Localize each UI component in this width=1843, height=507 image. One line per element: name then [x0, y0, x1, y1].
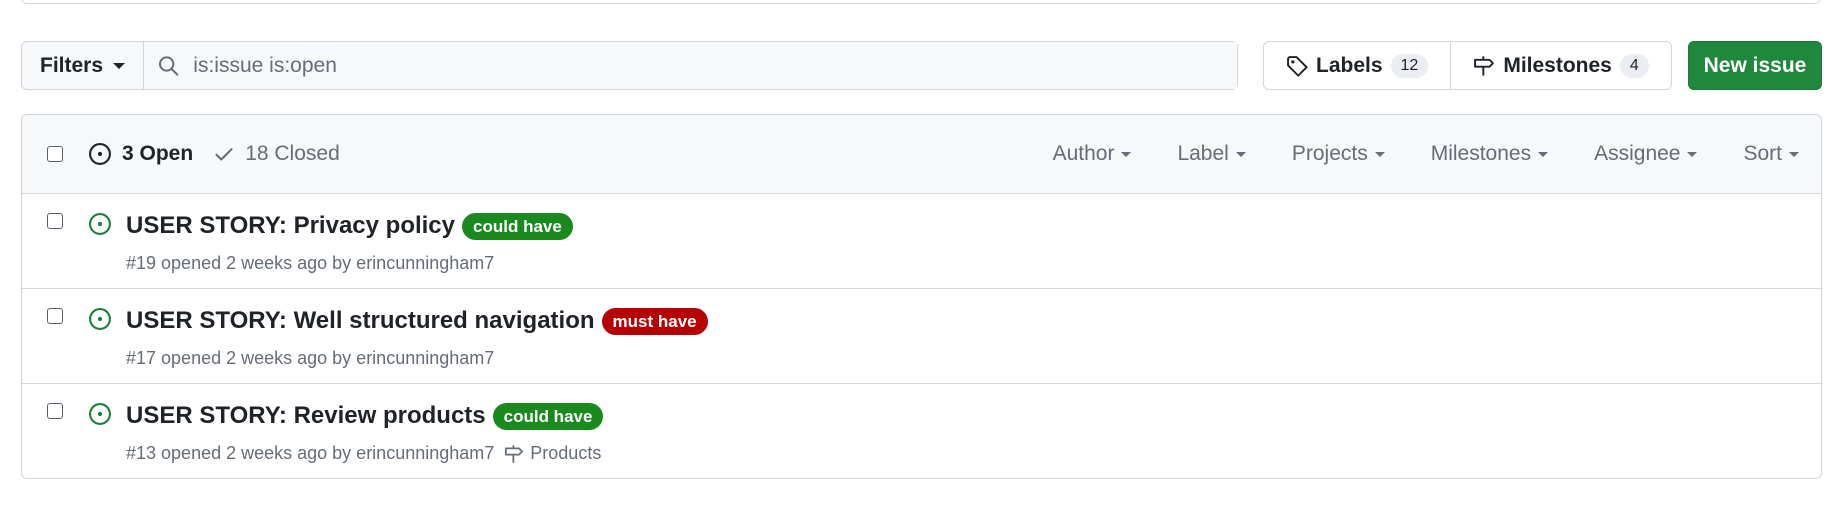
- issue-meta: #13 opened 2 weeks ago by erincunningham…: [126, 443, 601, 464]
- projects-filter[interactable]: Projects: [1292, 142, 1385, 166]
- issue-opened-icon: [89, 143, 111, 165]
- filters-label: Filters: [40, 53, 104, 77]
- labels-milestones-group: Labels 12 Milestones 4: [1263, 41, 1672, 90]
- closed-count-label: 18 Closed: [245, 142, 340, 165]
- issues-subnav: Filters Labels 12 Mileston: [21, 41, 1822, 90]
- issue-opened-icon: [89, 403, 111, 425]
- label-filter[interactable]: Label: [1177, 142, 1246, 166]
- search-icon: [159, 55, 179, 76]
- assignee-filter[interactable]: Assignee: [1594, 142, 1698, 166]
- caret-down-icon: [1374, 151, 1385, 157]
- caret-down-icon: [1538, 151, 1549, 157]
- issues-list: 3 Open 18 Closed Author Label Projects M…: [21, 114, 1822, 479]
- milestones-filter-label: Milestones: [1430, 142, 1532, 165]
- caret-down-icon: [113, 62, 126, 69]
- labels-count: 12: [1390, 53, 1429, 78]
- issue-row: USER STORY: Privacy policy could have #1…: [22, 194, 1821, 289]
- issue-checkbox[interactable]: [47, 213, 63, 229]
- select-all-checkbox[interactable]: [47, 146, 63, 162]
- open-issues-tab[interactable]: 3 Open: [88, 142, 193, 166]
- previous-panel-edge: [21, 0, 1821, 4]
- milestones-filter[interactable]: Milestones: [1430, 142, 1549, 166]
- issue-meta-text: #19 opened 2 weeks ago by erincunningham…: [126, 253, 495, 273]
- caret-down-icon: [1789, 151, 1799, 157]
- check-icon: [215, 148, 233, 161]
- closed-issues-tab[interactable]: 18 Closed: [213, 142, 340, 166]
- list-filters: Author Label Projects Milestones Assigne…: [1053, 142, 1799, 166]
- issue-row: USER STORY: Well structured navigation m…: [22, 289, 1821, 384]
- issue-milestone-link[interactable]: Products: [504, 443, 601, 464]
- milestones-button[interactable]: Milestones 4: [1450, 42, 1670, 89]
- sort-filter-label: Sort: [1743, 142, 1782, 165]
- milestones-label: Milestones: [1503, 53, 1612, 77]
- issue-title-link[interactable]: USER STORY: Review products: [126, 402, 486, 430]
- filter-search-group: Filters: [21, 41, 1238, 90]
- search-input[interactable]: [193, 53, 1223, 78]
- issue-meta-text: #17 opened 2 weeks ago by erincunningham…: [126, 348, 495, 368]
- issues-list-header: 3 Open 18 Closed Author Label Projects M…: [22, 115, 1821, 194]
- issue-label[interactable]: could have: [492, 402, 604, 430]
- filters-dropdown-button[interactable]: Filters: [22, 42, 145, 89]
- issue-title-line: USER STORY: Well structured navigation m…: [126, 307, 708, 335]
- caret-down-icon: [1121, 151, 1132, 157]
- issue-meta: #19 opened 2 weeks ago by erincunningham…: [126, 253, 494, 274]
- issue-label[interactable]: must have: [601, 307, 708, 335]
- issue-title-line: USER STORY: Privacy policy could have: [126, 212, 573, 240]
- open-count-label: 3 Open: [122, 142, 194, 165]
- issue-checkbox[interactable]: [47, 308, 63, 324]
- assignee-filter-label: Assignee: [1594, 142, 1681, 165]
- caret-down-icon: [1687, 151, 1698, 157]
- milestone-icon: [1474, 55, 1495, 76]
- issue-meta-text: #13 opened 2 weeks ago by erincunningham…: [126, 443, 495, 463]
- issue-checkbox[interactable]: [47, 403, 63, 419]
- milestone-icon: [505, 444, 524, 463]
- projects-filter-label: Projects: [1291, 142, 1368, 165]
- issue-label[interactable]: could have: [462, 212, 573, 240]
- state-toggle: 3 Open 18 Closed: [88, 142, 340, 166]
- issue-meta: #17 opened 2 weeks ago by erincunningham…: [126, 348, 494, 369]
- issue-title-link[interactable]: USER STORY: Well structured navigation: [126, 307, 595, 335]
- new-issue-button[interactable]: New issue: [1688, 41, 1822, 90]
- labels-button[interactable]: Labels 12: [1264, 42, 1450, 89]
- tag-icon: [1287, 55, 1308, 77]
- issue-title-line: USER STORY: Review products could have: [126, 402, 604, 430]
- caret-down-icon: [1235, 151, 1246, 157]
- issue-milestone-label: Products: [530, 443, 602, 463]
- issue-row: USER STORY: Review products could have #…: [22, 384, 1821, 478]
- label-filter-label: Label: [1177, 142, 1229, 165]
- sort-filter[interactable]: Sort: [1743, 142, 1799, 166]
- author-filter-label: Author: [1052, 142, 1115, 165]
- milestones-count: 4: [1619, 53, 1649, 78]
- issue-opened-icon: [89, 213, 111, 235]
- author-filter[interactable]: Author: [1053, 142, 1132, 166]
- issue-title-link[interactable]: USER STORY: Privacy policy: [126, 212, 455, 240]
- search-field: [144, 42, 1237, 89]
- issue-opened-icon: [89, 308, 111, 330]
- labels-label: Labels: [1316, 53, 1383, 77]
